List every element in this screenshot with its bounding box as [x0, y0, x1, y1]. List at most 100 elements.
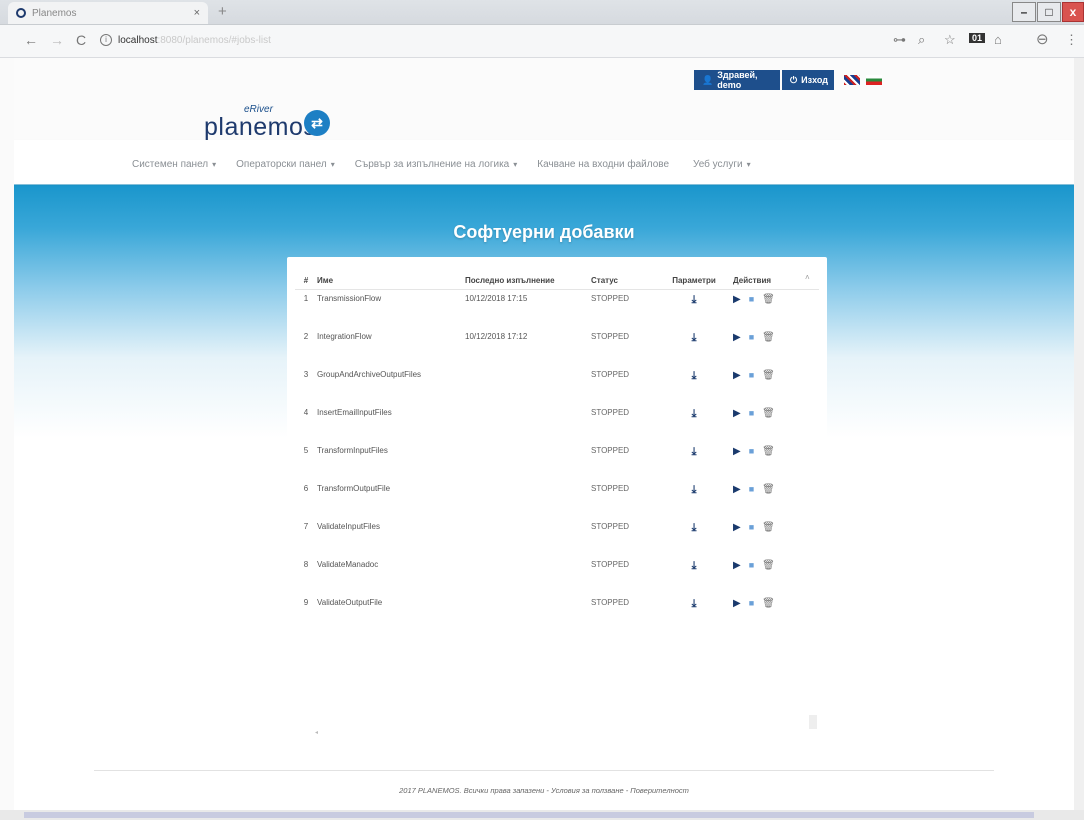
url-host: localhost: [118, 34, 158, 46]
row-number: 1: [303, 294, 309, 303]
trash-icon[interactable]: 🗑: [762, 446, 775, 457]
trash-icon[interactable]: 🗑: [762, 560, 775, 571]
play-icon[interactable]: ▶: [733, 446, 741, 457]
download-icon[interactable]: ⤓: [692, 598, 697, 611]
status-label: STOPPED: [591, 446, 630, 455]
browser-tabstrip: Planemos × + – □ x: [0, 0, 1084, 25]
stop-icon[interactable]: ■: [749, 522, 754, 532]
actions-cell: ▶ ■ 🗑: [733, 404, 819, 442]
vertical-scrollbar[interactable]: [1074, 58, 1084, 810]
actions-cell: ▶ ■ 🗑: [733, 480, 819, 518]
download-icon[interactable]: ⤓: [692, 332, 697, 345]
download-icon[interactable]: ⤓: [692, 522, 697, 535]
site-info-icon[interactable]: i: [100, 34, 112, 46]
trash-icon[interactable]: 🗑: [762, 598, 775, 609]
user-greeting-button[interactable]: 👤 Здравей, demo: [694, 70, 780, 90]
cast-icon[interactable]: ⌂: [994, 32, 1002, 47]
params-cell: ⤓: [655, 518, 733, 556]
stop-icon[interactable]: ■: [749, 370, 754, 380]
window-maximize-button[interactable]: □: [1037, 2, 1061, 22]
back-arrow-icon[interactable]: ←: [24, 32, 38, 48]
col-header-status[interactable]: Статус: [591, 271, 655, 290]
stop-icon[interactable]: ■: [749, 560, 754, 570]
download-icon[interactable]: ⤓: [692, 408, 697, 421]
zoom-icon[interactable]: ⌕: [918, 32, 925, 48]
forward-arrow-icon[interactable]: →: [50, 32, 64, 48]
table-row: 9 ValidateOutputFile STOPPED ⤓ ▶ ■ 🗑: [295, 594, 819, 632]
col-header-name[interactable]: Име: [317, 271, 465, 290]
reload-icon[interactable]: C: [76, 32, 86, 48]
tab-close-icon[interactable]: ×: [194, 7, 200, 19]
row-number: 9: [303, 598, 309, 607]
actions-cell: ▶ ■ 🗑: [733, 442, 819, 480]
trash-icon[interactable]: 🗑: [762, 294, 775, 305]
power-icon: ⏻: [790, 74, 798, 85]
params-cell: ⤓: [655, 442, 733, 480]
play-icon[interactable]: ▶: [733, 598, 741, 609]
table-body: 1 TransmissionFlow 10/12/2018 17:15 STOPPED…: [295, 290, 819, 633]
actions-cell: ▶ ■ 🗑: [733, 594, 819, 632]
play-icon[interactable]: ▶: [733, 370, 741, 381]
plugin-name: ValidateInputFiles: [317, 522, 380, 531]
nav-item[interactable]: Качване на входни файлове: [537, 159, 673, 170]
table-scroll-left-icon[interactable]: ◂: [315, 729, 318, 736]
user-bar: 👤 Здравей, demo ⏻ Изход: [694, 70, 882, 90]
sort-caret-icon[interactable]: ˄: [805, 273, 810, 282]
stop-icon[interactable]: ■: [749, 598, 754, 608]
stop-icon[interactable]: ■: [749, 446, 754, 456]
download-icon[interactable]: ⤓: [692, 446, 697, 459]
last-run: 10/12/2018 17:12: [465, 332, 528, 341]
download-icon[interactable]: ⤓: [692, 294, 697, 307]
profile-icon[interactable]: ⊖: [1036, 30, 1049, 48]
actions-cell: ▶ ■ 🗑: [733, 518, 819, 556]
params-cell: ⤓: [655, 556, 733, 594]
play-icon[interactable]: ▶: [733, 522, 741, 533]
stop-icon[interactable]: ■: [749, 408, 754, 418]
table-row: 7 ValidateInputFiles STOPPED ⤓ ▶ ■ 🗑: [295, 518, 819, 556]
horizontal-scrollbar[interactable]: [0, 810, 1084, 820]
extension-icon[interactable]: 01: [969, 33, 986, 43]
uk-flag-icon[interactable]: [844, 75, 860, 85]
play-icon[interactable]: ▶: [733, 294, 741, 305]
trash-icon[interactable]: 🗑: [762, 408, 775, 419]
play-icon[interactable]: ▶: [733, 560, 741, 571]
trash-icon[interactable]: 🗑: [762, 370, 775, 381]
trash-icon[interactable]: 🗑: [762, 332, 775, 343]
menu-kebab-icon[interactable]: ⋮: [1065, 32, 1078, 48]
trash-icon[interactable]: 🗑: [762, 484, 775, 495]
window-minimize-button[interactable]: –: [1012, 2, 1036, 22]
stop-icon[interactable]: ■: [749, 332, 754, 342]
logout-label: Изход: [801, 75, 828, 85]
download-icon[interactable]: ⤓: [692, 484, 697, 497]
nav-item[interactable]: Уеб услуги ▾: [693, 159, 751, 170]
caret-down-icon: ▾: [513, 160, 518, 169]
bookmark-star-icon[interactable]: ☆: [944, 32, 956, 48]
plugin-name: ValidateOutputFile: [317, 598, 383, 607]
trash-icon[interactable]: 🗑: [762, 522, 775, 533]
window-close-button[interactable]: x: [1062, 2, 1084, 22]
nav-item[interactable]: Операторски панел ▾: [236, 159, 335, 170]
stop-icon[interactable]: ■: [749, 484, 754, 494]
key-icon[interactable]: ⊶: [893, 32, 906, 48]
nav-item[interactable]: Системен панел ▾: [132, 159, 216, 170]
play-icon[interactable]: ▶: [733, 332, 741, 343]
download-icon[interactable]: ⤓: [692, 560, 697, 573]
params-cell: ⤓: [655, 328, 733, 366]
play-icon[interactable]: ▶: [733, 408, 741, 419]
table-scrollbar[interactable]: [809, 715, 817, 729]
browser-tab[interactable]: Planemos ×: [8, 2, 208, 24]
row-number: 2: [303, 332, 309, 341]
stop-icon[interactable]: ■: [749, 294, 754, 304]
download-icon[interactable]: ⤓: [692, 370, 697, 383]
bulgarian-flag-icon[interactable]: [866, 75, 882, 85]
address-bar[interactable]: i localhost :8080/planemos/#jobs-list: [100, 30, 880, 50]
play-icon[interactable]: ▶: [733, 484, 741, 495]
scrollbar-thumb[interactable]: [24, 812, 1034, 818]
nav-item[interactable]: Сървър за изпълнение на логика ▾: [355, 159, 518, 170]
last-run: [465, 442, 591, 480]
col-header-last-run[interactable]: Последно изпълнение: [465, 271, 591, 290]
status-label: STOPPED: [591, 484, 630, 493]
plugin-name: TransmissionFlow: [317, 294, 382, 303]
new-tab-button[interactable]: +: [218, 3, 227, 20]
logout-button[interactable]: ⏻ Изход: [782, 70, 834, 90]
